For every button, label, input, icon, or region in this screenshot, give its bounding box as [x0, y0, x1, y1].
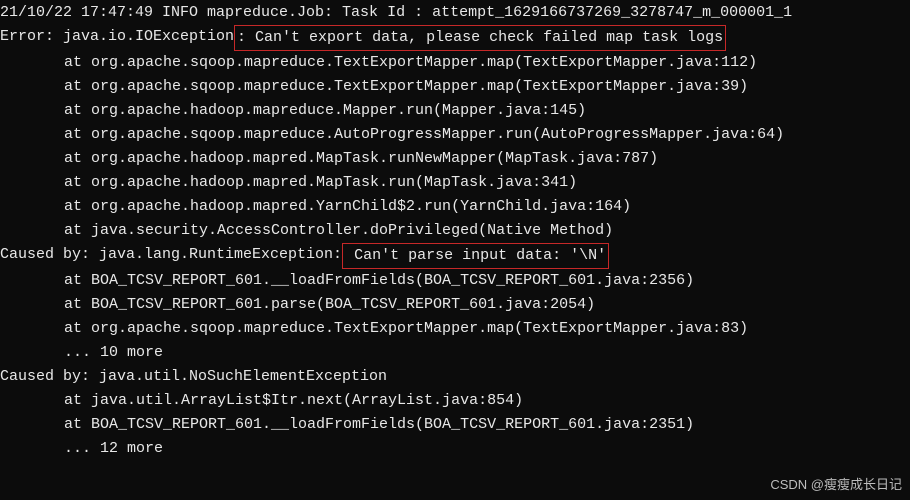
- watermark: CSDN @瘦瘦成长日记: [770, 475, 902, 496]
- caused-by-line-2: Caused by: java.util.NoSuchElementExcept…: [0, 365, 910, 389]
- stack-frame-more: ... 12 more: [0, 437, 910, 461]
- stack-frame-more: ... 10 more: [0, 341, 910, 365]
- stack-frame: at org.apache.hadoop.mapred.YarnChild$2.…: [0, 195, 910, 219]
- stack-frame: at java.util.ArrayList$Itr.next(ArrayLis…: [0, 389, 910, 413]
- log-error-line: Error: java.io.IOException: Can't export…: [0, 25, 910, 51]
- stack-frame: at BOA_TCSV_REPORT_601.__loadFromFields(…: [0, 413, 910, 437]
- stack-frame: at org.apache.sqoop.mapreduce.TextExport…: [0, 75, 910, 99]
- stack-frame: at java.security.AccessController.doPriv…: [0, 219, 910, 243]
- error-highlight-box: : Can't export data, please check failed…: [234, 25, 726, 51]
- stack-frame: at BOA_TCSV_REPORT_601.parse(BOA_TCSV_RE…: [0, 293, 910, 317]
- error-prefix: Error: java.io.IOException: [0, 25, 234, 51]
- stack-frame: at org.apache.sqoop.mapreduce.AutoProgre…: [0, 123, 910, 147]
- stack-frame: at org.apache.sqoop.mapreduce.TextExport…: [0, 51, 910, 75]
- stack-frame: at BOA_TCSV_REPORT_601.__loadFromFields(…: [0, 269, 910, 293]
- terminal-output: 21/10/22 17:47:49 INFO mapreduce.Job: Ta…: [0, 1, 910, 461]
- caused-by-highlight-box: Can't parse input data: '\N': [342, 243, 609, 269]
- log-info-line: 21/10/22 17:47:49 INFO mapreduce.Job: Ta…: [0, 1, 910, 25]
- stack-frame: at org.apache.hadoop.mapred.MapTask.run(…: [0, 171, 910, 195]
- caused-by-line-1: Caused by: java.lang.RuntimeException: C…: [0, 243, 910, 269]
- stack-frame: at org.apache.sqoop.mapreduce.TextExport…: [0, 317, 910, 341]
- stack-frame: at org.apache.hadoop.mapred.MapTask.runN…: [0, 147, 910, 171]
- caused-by-prefix: Caused by: java.lang.RuntimeException:: [0, 243, 342, 269]
- stack-frame: at org.apache.hadoop.mapreduce.Mapper.ru…: [0, 99, 910, 123]
